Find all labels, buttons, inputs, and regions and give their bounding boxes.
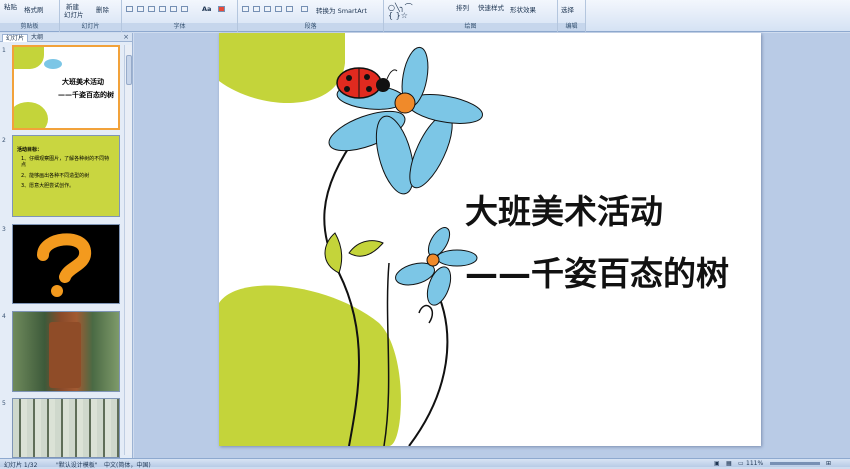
slide-thumbnail-2[interactable]: 活动目标： 1、仔细观察图片，了解各种树的不同特点 2、能够画出各种不同造型的树… — [12, 135, 120, 217]
spacing-icon[interactable] — [181, 6, 188, 12]
italic-icon[interactable] — [137, 6, 144, 12]
text-direction-icon[interactable] — [301, 6, 308, 12]
slides-group: 新建 幻灯片 删除 幻灯片 — [60, 0, 122, 32]
close-panel-icon[interactable]: × — [123, 33, 129, 41]
main-slide[interactable]: 大班美术活动 ——千姿百态的树 — [219, 33, 761, 446]
columns-icon[interactable] — [286, 6, 293, 12]
sequoia-trunk-image — [49, 322, 81, 388]
align-center-icon[interactable] — [253, 6, 260, 12]
panel-tabs: 幻灯片 大纲 × — [0, 33, 132, 42]
slide-count: 幻灯片 1/32 — [4, 462, 38, 469]
editing-group: 选择 编辑 — [558, 0, 586, 32]
tab-slides[interactable]: 幻灯片 — [2, 34, 29, 42]
arrange-button[interactable]: 排列 — [456, 2, 469, 12]
paste-button[interactable]: 粘贴 — [4, 1, 17, 11]
paragraph-label: 段落 — [238, 23, 383, 31]
ribbon: 粘贴 格式刷 剪贴板 新建 幻灯片 删除 幻灯片 Aa 字体 转换为 Smart… — [0, 0, 850, 32]
thumb1-title: 大班美术活动 — [62, 78, 104, 86]
strikethrough-icon[interactable] — [159, 6, 166, 12]
shapes-gallery-row2-icon[interactable]: { }☆ — [388, 11, 408, 20]
select-button[interactable]: 选择 — [561, 4, 574, 14]
top-green-shape — [219, 33, 345, 103]
question-mark-image — [37, 233, 92, 297]
status-bar: 幻灯片 1/32 "默认设计模板" 中文(简体，中国) ▣ ▦ ▭ 111% ⊞ — [0, 458, 850, 469]
zoom-slider[interactable] — [770, 462, 820, 465]
shadow-icon[interactable] — [170, 6, 177, 12]
drawing-group: ○╲╮⌒ { }☆ 排列 快速样式 形状效果 绘图 — [384, 0, 558, 32]
align-right-icon[interactable] — [264, 6, 271, 12]
thumb2-line-2: 2、能够画出各种不同造型的树 — [21, 173, 90, 179]
zoom-level[interactable]: 111% — [746, 460, 763, 467]
font-color-icon[interactable] — [218, 6, 225, 12]
format-painter-button[interactable]: 格式刷 — [24, 4, 44, 14]
slide-title[interactable]: 大班美术活动 — [465, 185, 663, 233]
thumb1-green-blob — [14, 102, 48, 128]
clipboard-group: 粘贴 格式刷 剪贴板 — [0, 0, 60, 32]
underline-icon[interactable] — [148, 6, 155, 12]
thumb2-heading: 活动目标： — [17, 147, 43, 153]
thumb2-line-1: 1、仔细观察图片，了解各种树的不同特点 — [21, 156, 110, 168]
thumb1-subtitle: ——千姿百态的树 — [58, 91, 114, 99]
thumb-number-3: 3 — [2, 226, 6, 233]
slide-sorter-icon[interactable]: ▦ — [726, 460, 732, 467]
thumb1-green-shape — [14, 47, 44, 69]
delete-slide-button[interactable]: 删除 — [96, 4, 109, 14]
new-slide-label[interactable]: 幻灯片 — [64, 9, 84, 19]
align-left-icon[interactable] — [242, 6, 249, 12]
editing-label: 编辑 — [558, 23, 585, 31]
slide-artwork — [219, 33, 483, 446]
language-indicator[interactable]: 中文(简体，中国) — [104, 460, 151, 469]
smartart-button[interactable]: 转换为 SmartArt — [316, 5, 367, 15]
thumb-number-5: 5 — [2, 400, 6, 407]
thumb-number-4: 4 — [2, 313, 6, 320]
quick-styles-button[interactable]: 快速样式 — [478, 2, 504, 12]
bold-icon[interactable] — [126, 6, 133, 12]
normal-view-icon[interactable]: ▣ — [714, 460, 720, 467]
shape-effects-button[interactable]: 形状效果 — [510, 4, 536, 14]
bottom-green-shape — [219, 285, 401, 446]
slide-thumbnail-4[interactable] — [12, 311, 120, 392]
big-flower — [328, 46, 483, 195]
thumb-number-1: 1 — [2, 47, 6, 54]
thumb-number-2: 2 — [2, 137, 6, 144]
theme-name: "默认设计模板" — [56, 462, 98, 469]
slide-thumbnail-5[interactable] — [12, 398, 120, 458]
slide-subtitle[interactable]: ——千姿百态的树 — [465, 247, 729, 295]
panel-scrollbar[interactable] — [124, 45, 132, 455]
font-group: Aa 字体 — [122, 0, 238, 32]
slides-label: 幻灯片 — [60, 23, 121, 31]
clipboard-label: 剪贴板 — [0, 23, 59, 31]
justify-icon[interactable] — [275, 6, 282, 12]
slide-thumbnail-3[interactable] — [12, 224, 120, 304]
slides-panel: 幻灯片 大纲 × 1 大班美术活动 ——千姿百态的树 2 活动目标： 1、仔细观… — [0, 33, 133, 458]
change-case-button[interactable]: Aa — [202, 5, 211, 13]
panel-scroll-thumb[interactable] — [126, 55, 132, 85]
thumb2-line-3: 3、愿意大胆尝试创作。 — [21, 183, 75, 189]
fit-window-icon[interactable]: ⊞ — [826, 460, 831, 467]
tab-outline[interactable]: 大纲 — [28, 34, 46, 42]
drawing-label: 绘图 — [384, 23, 557, 31]
paragraph-group: 转换为 SmartArt 段落 — [238, 0, 384, 32]
font-label: 字体 — [122, 23, 237, 31]
slide-thumbnail-1[interactable]: 大班美术活动 ——千姿百态的树 — [12, 45, 120, 130]
slideshow-icon[interactable]: ▭ — [738, 460, 744, 467]
thumb1-flower — [44, 59, 62, 69]
